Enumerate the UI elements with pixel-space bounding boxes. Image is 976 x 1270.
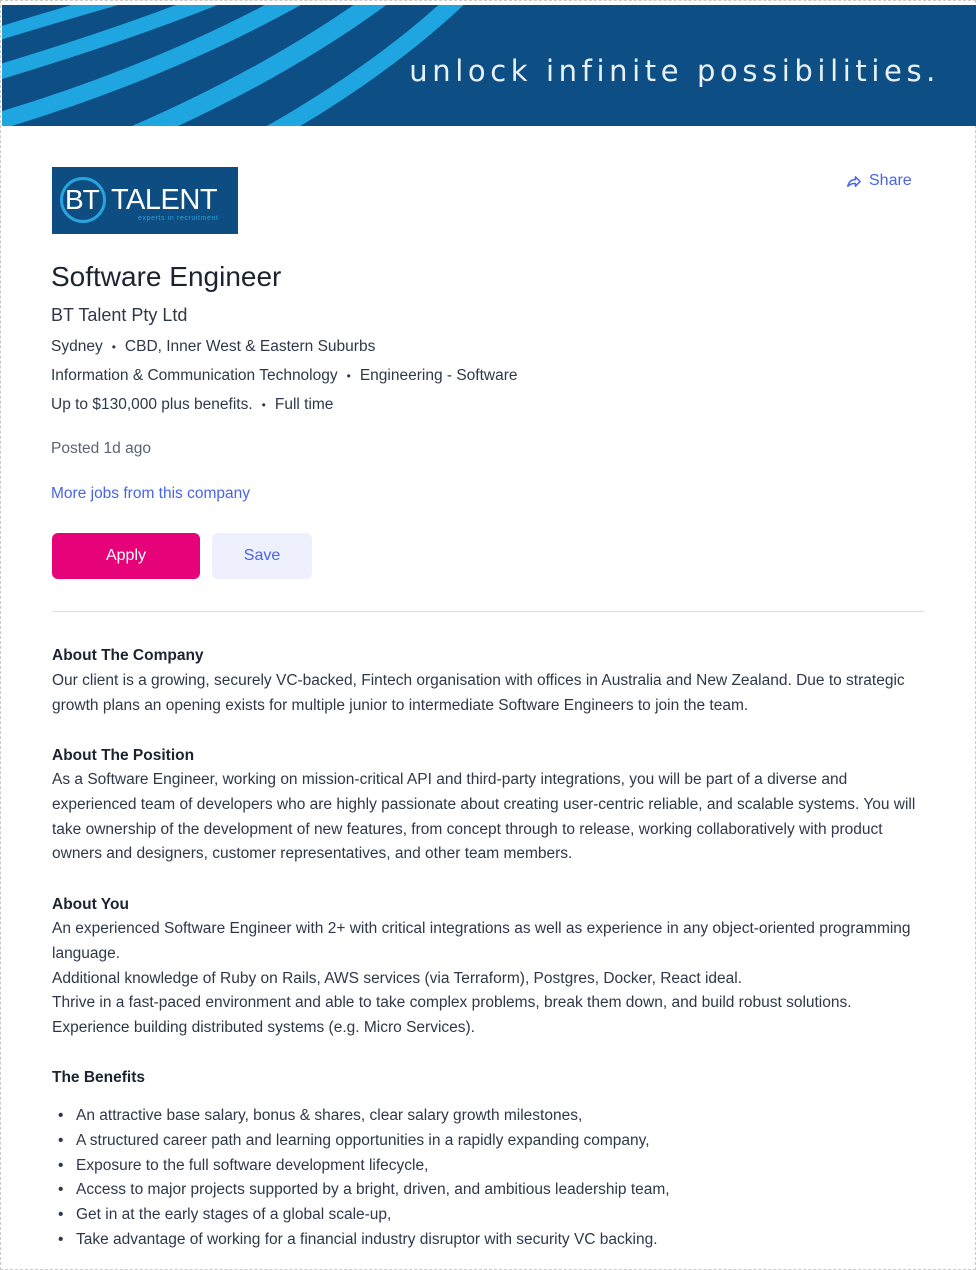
benefit-item: • Get in at the early stages of a global … <box>52 1203 932 1228</box>
section-divider <box>52 611 925 612</box>
job-area: CBD, Inner West & Eastern Suburbs <box>124 338 376 355</box>
about-position-text: As a Software Engineer, working on missi… <box>52 771 916 863</box>
logo-sub-text: experts in recruitment <box>138 215 219 222</box>
more-jobs-link[interactable]: More jobs from this company <box>51 485 250 503</box>
save-button[interactable]: Save <box>212 533 312 579</box>
benefit-item: • An attractive base salary, bonus & shar… <box>52 1104 932 1129</box>
company-name: BT Talent Pty Ltd <box>51 305 188 325</box>
job-ad-frame: unlock infinite possibilities. BT TALENT… <box>0 0 976 1270</box>
logo-mark-text: BT <box>65 184 100 215</box>
about-you-line: Experience building distributed systems … <box>52 1019 475 1037</box>
benefit-item: • Exposure to the full software developme… <box>52 1154 932 1179</box>
benefits-heading: The Benefits <box>52 1069 146 1086</box>
brand-banner: unlock infinite possibilities. <box>2 5 976 126</box>
benefit-text: Take advantage of working for a financia… <box>76 1230 658 1248</box>
bullet-icon: • <box>58 1107 64 1124</box>
job-salary: Up to $130,000 plus benefits. <box>51 396 253 413</box>
job-title: Software Engineer <box>51 261 282 292</box>
job-work-type: Full time <box>274 396 334 413</box>
bullet-icon: • <box>58 1181 64 1199</box>
about-you-heading: About You <box>52 896 129 913</box>
benefit-item: • Access to major projects supported by a… <box>52 1178 932 1203</box>
location-line: Sydney • CBD, Inner West & Eastern Subur… <box>51 338 375 356</box>
classification-line: Information & Communication Technology •… <box>51 367 518 385</box>
company-logo: BT TALENT experts in recruitment <box>52 167 238 234</box>
bullet-icon: • <box>58 1206 64 1224</box>
bullet-icon: • <box>58 1156 64 1174</box>
benefit-text: Access to major projects supported by a … <box>76 1181 670 1199</box>
bullet-icon: • <box>58 1131 64 1149</box>
share-button[interactable]: Share <box>846 172 912 190</box>
apply-button[interactable]: Apply <box>52 533 200 579</box>
about-company-text: Our client is a growing, securely VC-bac… <box>52 672 905 714</box>
about-you-line: An experienced Software Engineer with 2+… <box>52 920 911 962</box>
separator-dot: • <box>111 340 116 354</box>
bullet-icon: • <box>58 1230 64 1248</box>
job-location: Sydney <box>51 338 103 355</box>
about-you-line: Additional knowledge of Ruby on Rails, A… <box>52 969 743 987</box>
benefit-text: Get in at the early stages of a global s… <box>76 1206 392 1224</box>
banner-tagline: unlock infinite possibilities. <box>409 54 940 88</box>
benefit-text: Exposure to the full software developmen… <box>76 1156 429 1174</box>
about-position-heading: About The Position <box>52 747 195 764</box>
posted-date: Posted 1d ago <box>51 440 151 457</box>
job-classification: Information & Communication Technology <box>51 367 338 384</box>
salary-line: Up to $130,000 plus benefits. • Full tim… <box>51 396 333 414</box>
benefit-text: A structured career path and learning op… <box>76 1131 650 1149</box>
benefit-item: • A structured career path and learning o… <box>52 1129 932 1154</box>
separator-dot: • <box>346 369 351 383</box>
about-you-line: Thrive in a fast-paced environment and a… <box>52 994 852 1012</box>
job-subclassification: Engineering - Software <box>359 367 518 384</box>
logo-word-text: TALENT <box>111 184 218 216</box>
about-you-text: An experienced Software Engineer with 2+… <box>52 917 932 1041</box>
share-label: Share <box>869 172 912 189</box>
benefit-text: An attractive base salary, bonus & share… <box>76 1107 583 1124</box>
benefits-list: • An attractive base salary, bonus & shar… <box>52 1104 932 1253</box>
about-company-heading: About The Company <box>52 647 204 664</box>
share-arrow-icon <box>847 175 861 187</box>
separator-dot: • <box>261 398 266 412</box>
benefit-item: • Take advantage of working for a financi… <box>52 1228 932 1253</box>
